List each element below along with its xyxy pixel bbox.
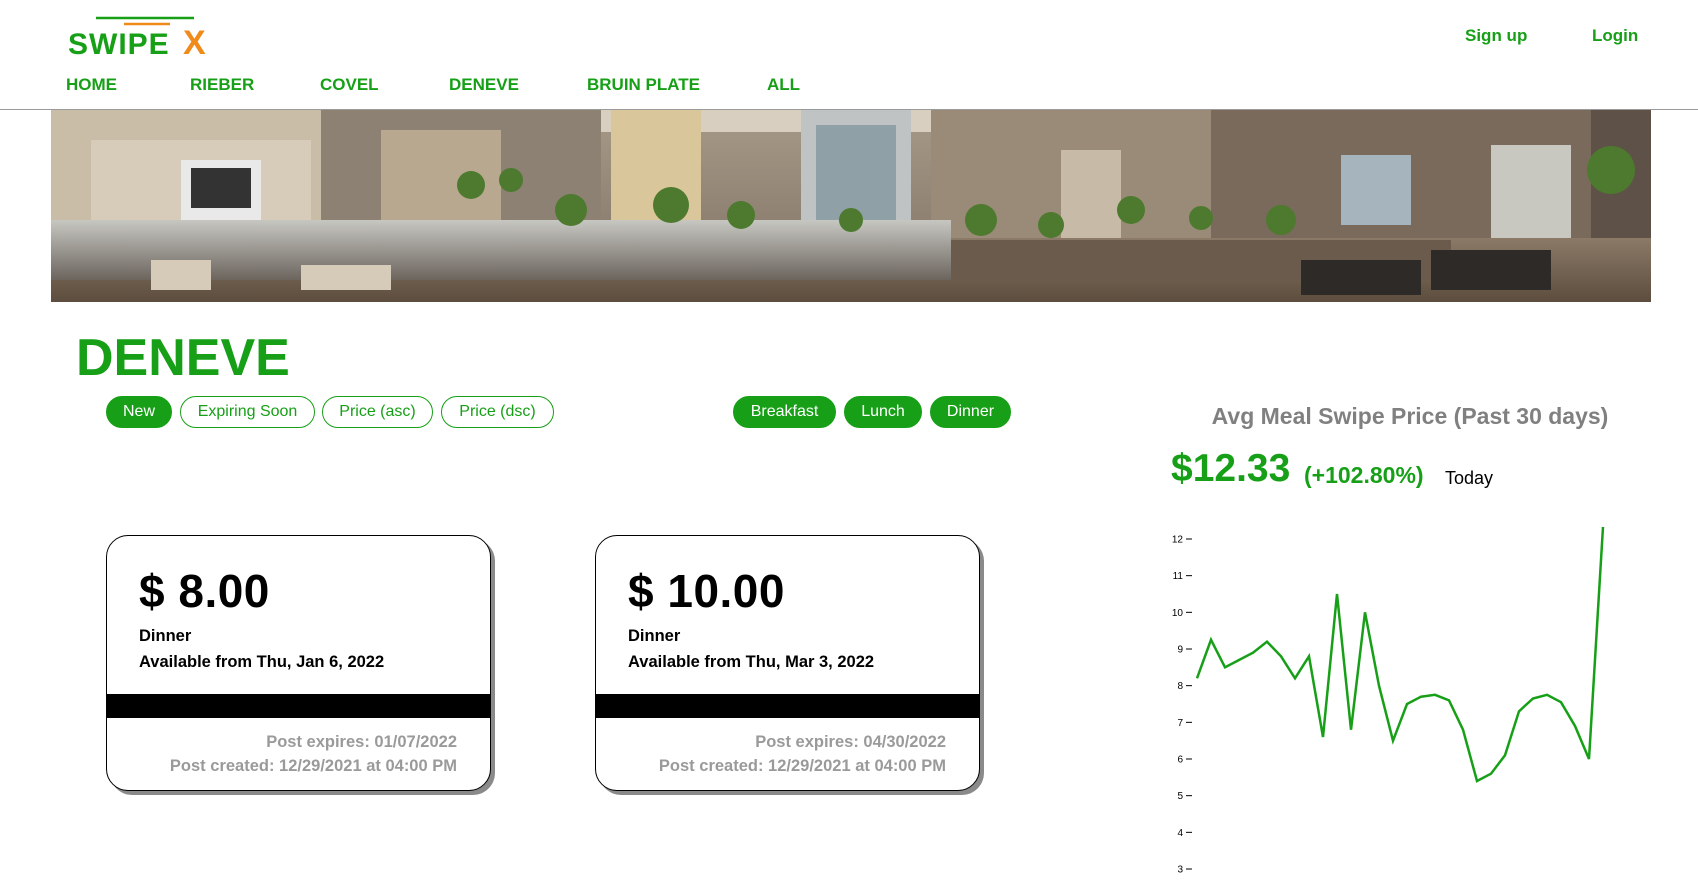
nav-deneve[interactable]: DENEVE: [449, 75, 519, 95]
card-divider-bar: [596, 694, 979, 718]
price-line-chart: 3 4 5 6 7 8 9 10 11 12: [1172, 526, 1605, 876]
y-tick-label: 12: [1172, 535, 1184, 546]
avg-price-value: $12.33: [1171, 447, 1291, 490]
svg-text:X: X: [183, 24, 206, 58]
y-tick-label: 11: [1173, 571, 1184, 582]
y-tick-label: 8: [1177, 681, 1183, 692]
listing-card[interactable]: $ 10.00 Dinner Available from Thu, Mar 3…: [595, 535, 980, 791]
login-link[interactable]: Login: [1592, 26, 1638, 46]
listing-expires: Post expires: 04/30/2022: [755, 733, 946, 751]
price-series-line: [1195, 526, 1605, 783]
meal-lunch-chip[interactable]: Lunch: [844, 396, 922, 428]
nav-bruin-plate[interactable]: BRUIN PLATE: [587, 75, 700, 95]
signup-link[interactable]: Sign up: [1465, 26, 1527, 46]
chart-title: Avg Meal Swipe Price (Past 30 days): [1211, 403, 1609, 429]
listing-created: Post created: 12/29/2021 at 04:00 PM: [169, 757, 457, 775]
y-tick-label: 7: [1177, 718, 1183, 729]
listing-price: $ 8.00: [139, 565, 270, 617]
meal-breakfast-chip[interactable]: Breakfast: [733, 396, 836, 428]
listing-card[interactable]: $ 8.00 Dinner Available from Thu, Jan 6,…: [106, 535, 491, 791]
listing-meal: Dinner: [628, 627, 681, 645]
nav-all[interactable]: ALL: [767, 75, 800, 95]
y-tick-label: 9: [1177, 645, 1183, 656]
nav-home[interactable]: HOME: [66, 75, 117, 95]
swipex-logo[interactable]: SWIPE X: [66, 14, 216, 58]
listing-meal: Dinner: [139, 627, 192, 645]
today-label: Today: [1445, 468, 1494, 488]
listing-expires: Post expires: 01/07/2022: [266, 733, 457, 751]
sort-price-dsc-chip[interactable]: Price (dsc): [441, 396, 554, 428]
y-tick-label: 6: [1177, 755, 1183, 766]
listing-availability: Available from Thu, Mar 3, 2022: [628, 653, 875, 671]
dining-hall-banner: [51, 110, 1651, 302]
header-bar: SWIPE X Sign up Login HOME RIEBER COVEL …: [0, 0, 1698, 110]
sort-new-chip[interactable]: New: [106, 396, 172, 428]
listing-availability: Available from Thu, Jan 6, 2022: [139, 653, 385, 671]
y-tick-label: 10: [1172, 608, 1184, 619]
sort-expiring-soon-chip[interactable]: Expiring Soon: [180, 396, 315, 428]
y-tick-label: 4: [1177, 828, 1183, 839]
meal-dinner-chip[interactable]: Dinner: [930, 396, 1011, 428]
sort-price-asc-chip[interactable]: Price (asc): [322, 396, 433, 428]
nav-rieber[interactable]: RIEBER: [190, 75, 254, 95]
price-change-percent: (+102.80%): [1304, 462, 1424, 488]
listing-price: $ 10.00: [628, 565, 785, 617]
page-title: DENEVE: [76, 329, 290, 387]
nav-covel[interactable]: COVEL: [320, 75, 379, 95]
y-tick-label: 3: [1177, 865, 1183, 876]
svg-text:SWIPE: SWIPE: [68, 28, 170, 58]
card-divider-bar: [107, 694, 490, 718]
y-tick-label: 5: [1177, 791, 1183, 802]
listing-created: Post created: 12/29/2021 at 04:00 PM: [658, 757, 946, 775]
